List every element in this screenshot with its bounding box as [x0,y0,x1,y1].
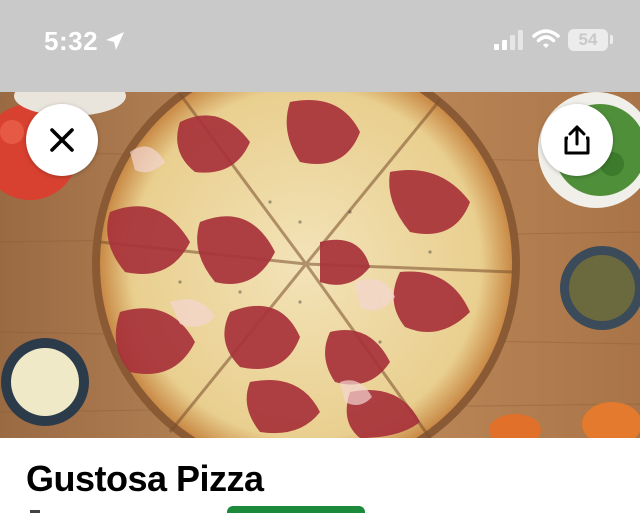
battery-tip [610,35,613,44]
status-bar: 5:32 54 [0,0,640,92]
wifi-icon [532,29,560,48]
close-icon [50,128,74,152]
cellular-signal-icon [494,30,523,50]
close-button[interactable] [26,104,98,176]
store-title: Gustosa Pizza [26,458,264,499]
share-button[interactable] [541,104,613,176]
green-action-button[interactable] [227,506,365,513]
battery-icon: 54 [568,29,608,51]
status-time: 5:32 [44,26,99,56]
location-arrow-icon [106,32,124,50]
store-info: Gustosa Pizza [0,438,640,513]
share-icon [564,125,590,155]
battery-level: 54 [578,30,598,49]
